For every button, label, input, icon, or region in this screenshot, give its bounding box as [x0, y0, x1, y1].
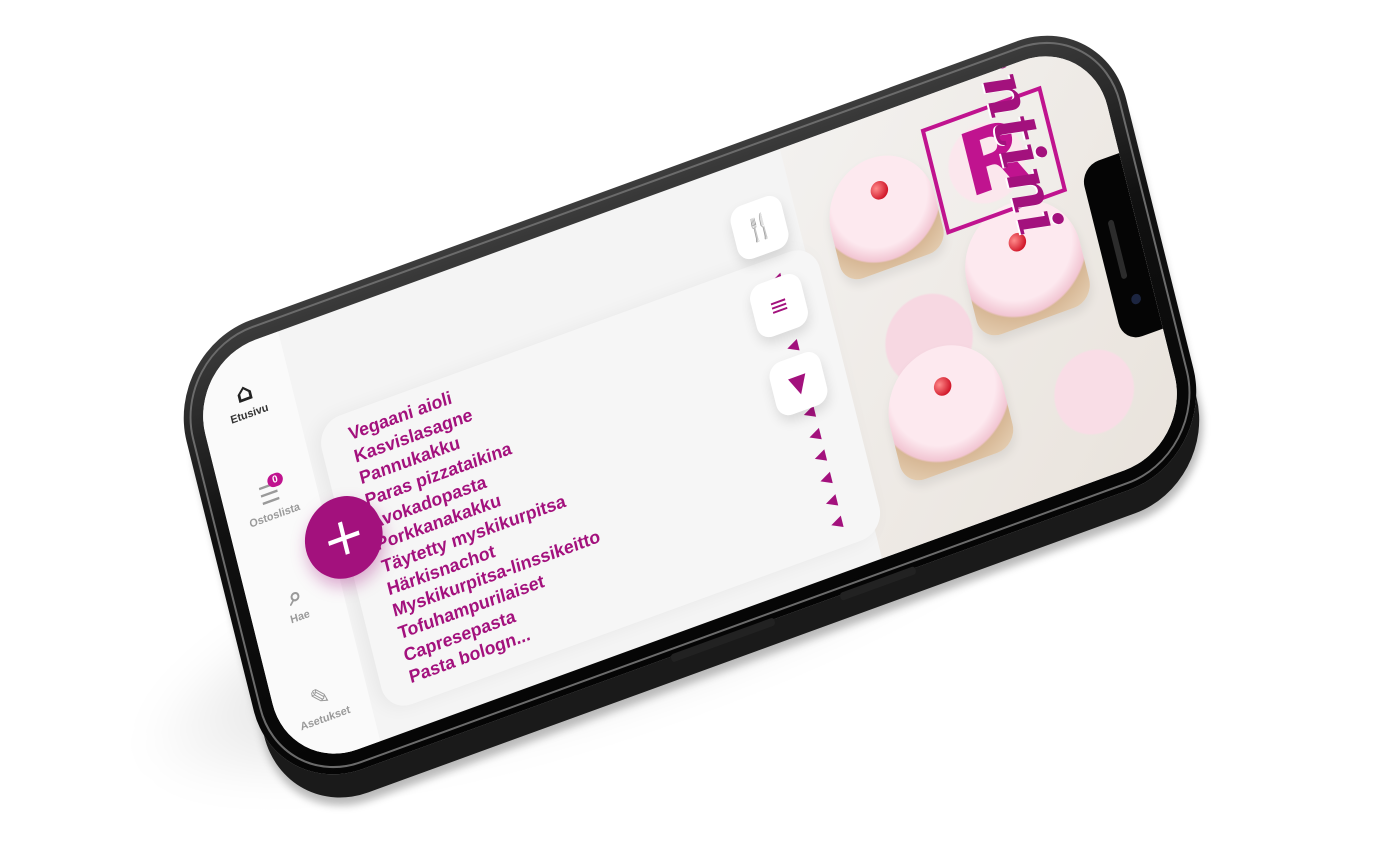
home-icon: ⌂ [232, 376, 256, 410]
tab-home[interactable]: ⌂ Etusivu [196, 365, 296, 437]
ice-cream-icon: ▼ [786, 366, 811, 401]
earpiece-speaker [1107, 219, 1128, 280]
chevron-right-icon: ◀ [807, 423, 822, 444]
burger-icon: ≡ [766, 288, 792, 323]
tab-search[interactable]: ⌕ Hae [247, 568, 347, 640]
tab-settings[interactable]: ✎ Asetukset [272, 669, 372, 741]
category-main-dishes[interactable]: 🍴 [727, 191, 792, 264]
fork-knife-icon: 🍴 [742, 208, 777, 247]
front-camera [1130, 292, 1143, 306]
chevron-right-icon: ◀ [818, 468, 833, 488]
cupcake-image [875, 328, 1018, 487]
wrench-icon: ✎ [307, 680, 333, 715]
stage: R Resentini 🍴 ≡ ▼ Vegaani aioli Kasvisla… [0, 0, 1400, 847]
chevron-right-icon: ◀ [824, 490, 839, 510]
chevron-right-icon: ◀ [813, 446, 828, 466]
chevron-right-icon: ◀ [829, 512, 844, 532]
search-icon: ⌕ [285, 579, 305, 612]
shopping-list-badge: 0 [266, 470, 285, 489]
